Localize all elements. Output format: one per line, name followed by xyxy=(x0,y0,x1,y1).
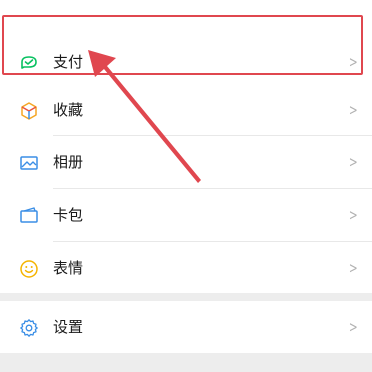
menu-item-album[interactable]: 相册 > xyxy=(0,136,372,189)
annotation-highlight-box xyxy=(2,15,363,75)
favorites-cube-icon xyxy=(19,101,39,121)
menu-item-emoji[interactable]: 表情 > xyxy=(0,242,372,295)
chevron-right-icon: > xyxy=(349,101,359,119)
emoji-smile-icon xyxy=(19,259,39,279)
menu-item-settings[interactable]: 设置 > xyxy=(0,301,372,354)
menu-item-card-wallet[interactable]: 卡包 > xyxy=(0,189,372,242)
menu-item-settings-label: 设置 xyxy=(53,318,84,336)
menu-item-album-label: 相册 xyxy=(53,153,84,171)
chevron-right-icon: > xyxy=(349,206,359,224)
album-picture-icon xyxy=(19,153,39,173)
menu-item-emoji-label: 表情 xyxy=(53,259,84,277)
menu-item-favorites-label: 收藏 xyxy=(53,101,84,119)
menu-group-settings: 设置 > xyxy=(0,301,372,353)
chevron-right-icon: > xyxy=(349,153,359,171)
menu-item-favorites[interactable]: 收藏 > xyxy=(0,84,372,137)
chevron-right-icon: > xyxy=(349,318,359,336)
chevron-right-icon: > xyxy=(349,259,359,277)
gear-icon xyxy=(19,318,39,338)
card-wallet-icon xyxy=(19,206,39,226)
menu-item-card-wallet-label: 卡包 xyxy=(53,206,84,224)
